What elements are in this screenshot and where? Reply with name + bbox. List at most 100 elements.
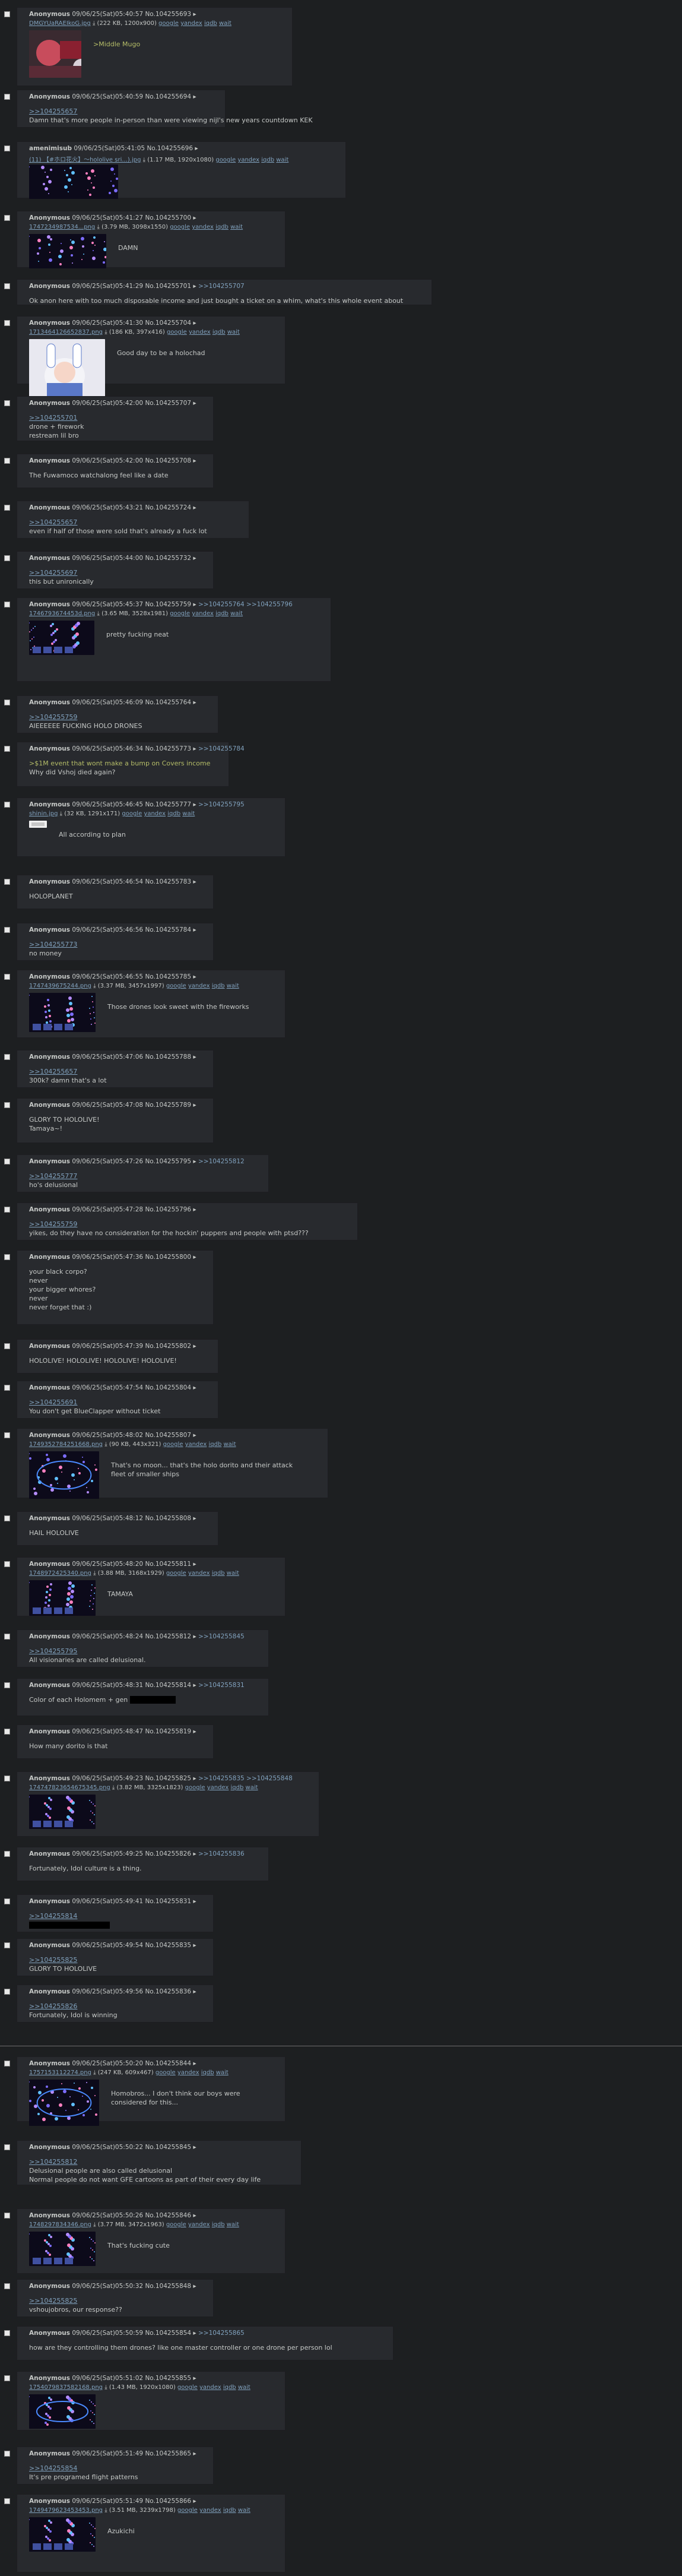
download-icon[interactable]: ⤓ bbox=[104, 1441, 107, 1448]
spoiler-text[interactable] bbox=[129, 1696, 176, 1704]
wait-search-link[interactable]: wait bbox=[227, 983, 239, 989]
post-menu-arrow[interactable]: ▸ bbox=[193, 2330, 196, 2337]
post-checkbox[interactable] bbox=[4, 927, 10, 933]
post-checkbox[interactable] bbox=[4, 1159, 10, 1164]
post-checkbox[interactable] bbox=[4, 700, 10, 705]
wait-search-link[interactable]: wait bbox=[182, 811, 195, 817]
post-menu-arrow[interactable]: ▸ bbox=[193, 2283, 196, 2290]
post-menu-arrow[interactable]: ▸ bbox=[193, 1775, 196, 1782]
yandex-search-link[interactable]: yandex bbox=[185, 1441, 207, 1448]
google-search-link[interactable]: google bbox=[122, 811, 142, 817]
post-menu-arrow[interactable]: ▸ bbox=[193, 555, 196, 562]
google-search-link[interactable]: google bbox=[163, 1441, 183, 1448]
post-checkbox[interactable] bbox=[4, 1851, 10, 1857]
thumbnail-image[interactable] bbox=[29, 164, 118, 199]
post-menu-arrow[interactable]: ▸ bbox=[193, 1682, 196, 1689]
iqdb-search-link[interactable]: iqdb bbox=[231, 1784, 244, 1791]
thumbnail-image[interactable] bbox=[29, 1795, 96, 1829]
post-menu-arrow[interactable]: ▸ bbox=[193, 1633, 196, 1640]
post-menu-arrow[interactable]: ▸ bbox=[193, 801, 196, 808]
file-link[interactable]: 1748297834346.png bbox=[29, 2221, 91, 2228]
post-menu-arrow[interactable]: ▸ bbox=[193, 319, 196, 327]
post-menu-arrow[interactable]: ▸ bbox=[193, 745, 196, 752]
wait-search-link[interactable]: wait bbox=[276, 157, 288, 163]
thumbnail-image[interactable] bbox=[29, 2517, 96, 2552]
iqdb-search-link[interactable]: iqdb bbox=[204, 20, 217, 27]
post-checkbox[interactable] bbox=[4, 215, 10, 221]
post-number[interactable]: No.104255814 bbox=[145, 1682, 191, 1689]
quote-link[interactable]: >>104255759 bbox=[29, 713, 142, 721]
quote-link[interactable]: >>104255812 bbox=[29, 2157, 261, 2166]
post-number[interactable]: No.104255773 bbox=[145, 745, 191, 752]
post-checkbox[interactable] bbox=[4, 2213, 10, 2219]
download-icon[interactable]: ⤓ bbox=[93, 20, 95, 27]
quote-link[interactable]: >>104255825 bbox=[29, 2296, 122, 2305]
post-menu-arrow[interactable]: ▸ bbox=[193, 1432, 196, 1439]
thumbnail-image[interactable] bbox=[29, 1580, 96, 1616]
post-number[interactable]: No.104255802 bbox=[145, 1343, 191, 1350]
post-number[interactable]: No.104255848 bbox=[145, 2283, 191, 2290]
post-number[interactable]: No.104255764 bbox=[145, 699, 191, 706]
file-link[interactable]: 1757153112274.png bbox=[29, 2069, 91, 2076]
post-number[interactable]: No.104255708 bbox=[145, 457, 191, 464]
download-icon[interactable]: ⤓ bbox=[93, 2221, 96, 2228]
file-link[interactable]: (11) 【#ホロ花火】～hololive sri...).jpg bbox=[29, 157, 141, 163]
post-number[interactable]: No.104255694 bbox=[145, 93, 191, 100]
post-menu-arrow[interactable]: ▸ bbox=[193, 1206, 196, 1213]
post-menu-arrow[interactable]: ▸ bbox=[193, 214, 196, 221]
yandex-search-link[interactable]: yandex bbox=[207, 1784, 229, 1791]
iqdb-search-link[interactable]: iqdb bbox=[215, 610, 229, 617]
post-number[interactable]: No.104255807 bbox=[145, 1432, 191, 1439]
post-checkbox[interactable] bbox=[4, 1729, 10, 1735]
post-number[interactable]: No.104255808 bbox=[145, 1515, 191, 1522]
post-checkbox[interactable] bbox=[4, 1515, 10, 1521]
post-menu-arrow[interactable]: ▸ bbox=[193, 1942, 196, 1949]
download-icon[interactable]: ⤓ bbox=[112, 1784, 115, 1791]
post-number[interactable]: No.104255783 bbox=[145, 878, 191, 885]
post-menu-arrow[interactable]: ▸ bbox=[193, 2144, 196, 2151]
backlinks[interactable]: >>104255831 bbox=[198, 1682, 245, 1689]
yandex-search-link[interactable]: yandex bbox=[199, 2384, 221, 2391]
post-number[interactable]: No.104255795 bbox=[145, 1158, 191, 1165]
post-menu-arrow[interactable]: ▸ bbox=[193, 2375, 196, 2382]
post-checkbox[interactable] bbox=[4, 1561, 10, 1567]
quote-link[interactable]: >>104255701 bbox=[29, 413, 84, 422]
yandex-search-link[interactable]: yandex bbox=[188, 2221, 210, 2228]
yandex-search-link[interactable]: yandex bbox=[237, 157, 259, 163]
download-icon[interactable]: ⤓ bbox=[97, 610, 99, 617]
thumbnail-image[interactable] bbox=[29, 821, 47, 828]
post-number[interactable]: No.104255825 bbox=[145, 1775, 191, 1782]
yandex-search-link[interactable]: yandex bbox=[192, 610, 214, 617]
quote-link[interactable]: >>104255854 bbox=[29, 2464, 138, 2473]
post-checkbox[interactable] bbox=[4, 1432, 10, 1438]
post-menu-arrow[interactable]: ▸ bbox=[193, 457, 196, 464]
wait-search-link[interactable]: wait bbox=[230, 610, 243, 617]
wait-search-link[interactable]: wait bbox=[230, 224, 243, 230]
post-number[interactable]: No.104255819 bbox=[145, 1728, 191, 1735]
post-checkbox[interactable] bbox=[4, 879, 10, 885]
iqdb-search-link[interactable]: iqdb bbox=[208, 1441, 221, 1448]
post-checkbox[interactable] bbox=[4, 1898, 10, 1904]
post-number[interactable]: No.104255844 bbox=[145, 2060, 191, 2067]
post-number[interactable]: No.104255812 bbox=[145, 1633, 191, 1640]
post-menu-arrow[interactable]: ▸ bbox=[193, 2060, 196, 2067]
post-menu-arrow[interactable]: ▸ bbox=[193, 1561, 196, 1568]
post-number[interactable]: No.104255865 bbox=[145, 2450, 191, 2457]
iqdb-search-link[interactable]: iqdb bbox=[223, 2384, 236, 2391]
post-checkbox[interactable] bbox=[4, 802, 10, 808]
quote-link[interactable]: >>104255691 bbox=[29, 1398, 160, 1407]
wait-search-link[interactable]: wait bbox=[227, 2221, 239, 2228]
post-menu-arrow[interactable]: ▸ bbox=[193, 1850, 196, 1857]
post-checkbox[interactable] bbox=[4, 94, 10, 100]
file-link[interactable]: DMGYUaRAEIkoG.jpg bbox=[29, 20, 91, 27]
backlinks[interactable]: >>104255836 bbox=[198, 1850, 245, 1857]
post-number[interactable]: No.104255707 bbox=[145, 400, 191, 407]
wait-search-link[interactable]: wait bbox=[223, 1441, 236, 1448]
post-number[interactable]: No.104255846 bbox=[145, 2212, 191, 2219]
thumbnail-image[interactable] bbox=[29, 621, 94, 655]
post-checkbox[interactable] bbox=[4, 1989, 10, 1995]
backlinks[interactable]: >>104255835 >>104255848 bbox=[198, 1775, 293, 1782]
iqdb-search-link[interactable]: iqdb bbox=[223, 2507, 236, 2514]
post-number[interactable]: No.104255700 bbox=[145, 214, 191, 221]
google-search-link[interactable]: google bbox=[156, 2069, 176, 2076]
